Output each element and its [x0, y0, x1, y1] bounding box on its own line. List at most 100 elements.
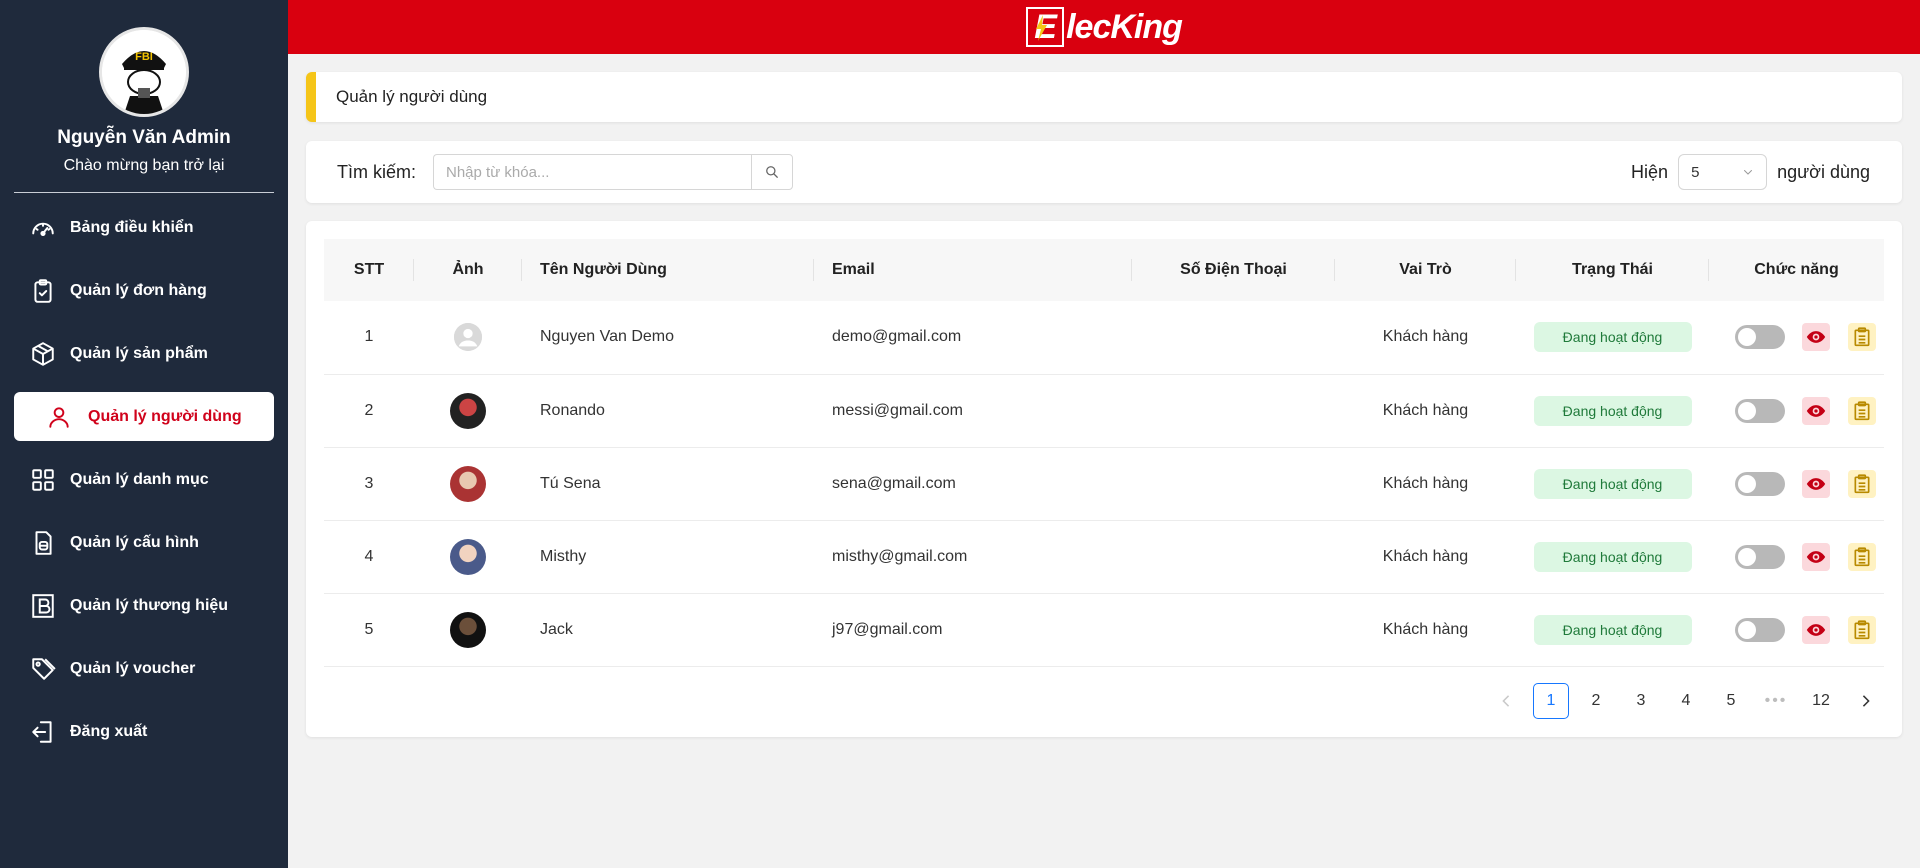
edit-notes-button[interactable]: [1848, 469, 1876, 498]
active-toggle[interactable]: [1735, 325, 1785, 350]
table-row: 2 Ronando messi@gmail.com Khách hàng Đan…: [324, 374, 1884, 447]
sidebar-item-label: Quản lý thương hiệu: [70, 596, 229, 614]
active-toggle[interactable]: [1735, 398, 1785, 423]
search-button[interactable]: [751, 154, 793, 190]
cell-name: Ronando: [540, 401, 605, 419]
sidebar-item-users[interactable]: Quản lý người dùng: [14, 392, 274, 441]
logout-icon: [28, 717, 58, 747]
user-icon: [44, 402, 74, 432]
sidebar-item-label: Quản lý voucher: [70, 659, 196, 677]
header-name[interactable]: Tên Người Dùng: [522, 239, 814, 301]
view-button[interactable]: [1802, 469, 1830, 498]
page-size-value: 5: [1691, 163, 1700, 181]
avatar: [450, 538, 486, 575]
eye-icon: [1806, 404, 1826, 417]
cell-email: j97@gmail.com: [832, 620, 943, 638]
filter-bar: Tìm kiếm: Hiện 5 người dùng: [306, 141, 1902, 203]
clipboard-icon: [1854, 327, 1870, 347]
active-toggle[interactable]: [1735, 617, 1785, 642]
pagination: 1 2 3 4 5 ••• 12: [1479, 683, 1884, 719]
page-size-select[interactable]: 5: [1678, 154, 1768, 190]
edit-notes-button[interactable]: [1848, 615, 1876, 644]
header-avatar[interactable]: Ảnh: [414, 239, 522, 301]
cell-stt: 3: [364, 474, 374, 492]
view-button[interactable]: [1802, 396, 1830, 425]
edit-notes-button[interactable]: [1848, 323, 1876, 352]
page-button[interactable]: 2: [1578, 683, 1614, 719]
page-button[interactable]: 4: [1668, 683, 1704, 719]
row-actions: [1727, 615, 1884, 644]
status-badge: Đang hoạt động: [1533, 395, 1692, 426]
table-row: 5 Jack j97@gmail.com Khách hàng Đang hoạ…: [324, 593, 1884, 666]
header-status[interactable]: Trạng Thái: [1516, 239, 1709, 301]
sidebar-item-brands[interactable]: Quản lý thương hiệu: [14, 581, 274, 630]
grid-icon: [28, 465, 58, 495]
eye-icon: [1806, 623, 1826, 636]
sidebar-item-orders[interactable]: Quản lý đơn hàng: [14, 266, 274, 315]
page-button[interactable]: 1: [1533, 683, 1569, 719]
sidebar-item-categories[interactable]: Quản lý danh mục: [14, 455, 274, 504]
header-actions[interactable]: Chức năng: [1709, 239, 1884, 301]
avatar: [450, 611, 486, 648]
sidebar-item-logout[interactable]: Đăng xuất: [14, 707, 274, 756]
row-actions: [1727, 542, 1884, 571]
admin-avatar: FBI: [99, 27, 189, 117]
eye-icon: [1806, 331, 1826, 344]
search-input[interactable]: [433, 154, 751, 190]
logo-e-box: E: [1026, 7, 1065, 47]
cell-role: Khách hàng: [1382, 547, 1469, 565]
sidebar-item-label: Quản lý người dùng: [88, 407, 242, 425]
eye-icon: [1806, 550, 1826, 563]
status-badge: Đang hoạt động: [1533, 322, 1692, 353]
active-toggle[interactable]: [1735, 471, 1785, 496]
cell-name: Nguyen Van Demo: [540, 328, 674, 346]
page-ellipsis[interactable]: •••: [1758, 683, 1794, 719]
cell-email: messi@gmail.com: [832, 401, 963, 419]
file-config-icon: [28, 528, 58, 558]
cell-role: Khách hàng: [1382, 328, 1469, 346]
active-toggle[interactable]: [1735, 544, 1785, 569]
sidebar-item-vouchers[interactable]: Quản lý voucher: [14, 644, 274, 693]
cell-phone: [1132, 374, 1335, 447]
page-button-last[interactable]: 12: [1803, 683, 1839, 719]
cell-phone: [1132, 447, 1335, 520]
sidebar-item-products[interactable]: Quản lý sản phẩm: [14, 329, 274, 378]
profile-block: FBI Nguyễn Văn Admin Chào mừng bạn trở l…: [0, 0, 288, 175]
sidebar-item-config[interactable]: Quản lý cấu hình: [14, 518, 274, 567]
view-button[interactable]: [1802, 542, 1830, 571]
page-button[interactable]: 3: [1623, 683, 1659, 719]
search-label: Tìm kiếm:: [337, 161, 416, 182]
header-stt[interactable]: STT: [324, 239, 414, 301]
page-button[interactable]: 5: [1713, 683, 1749, 719]
header-role[interactable]: Vai Trò: [1335, 239, 1516, 301]
header-email[interactable]: Email: [814, 239, 1132, 301]
view-button[interactable]: [1802, 615, 1830, 644]
avatar: [450, 392, 486, 429]
view-button[interactable]: [1802, 323, 1830, 352]
clipboard-icon: [1854, 473, 1870, 493]
clipboard-icon: [1854, 546, 1870, 566]
table-row: 4 Misthy misthy@gmail.com Khách hàng Đan…: [324, 520, 1884, 593]
eye-icon: [1806, 477, 1826, 490]
logo-text: lecKing: [1066, 7, 1183, 46]
header-phone[interactable]: Số Điện Thoại: [1132, 239, 1335, 301]
brand-logo[interactable]: E lecKing: [1026, 7, 1183, 47]
cell-stt: 1: [364, 328, 374, 346]
cell-phone: [1132, 520, 1335, 593]
edit-notes-button[interactable]: [1848, 396, 1876, 425]
edit-notes-button[interactable]: [1848, 542, 1876, 571]
row-actions: [1727, 396, 1884, 425]
sidebar-item-label: Quản lý cấu hình: [70, 533, 199, 551]
row-actions: [1727, 323, 1884, 352]
table-row: 3 Tú Sena sena@gmail.com Khách hàng Đang…: [324, 447, 1884, 520]
top-header: E lecKing: [288, 0, 1920, 54]
table-row: 1 Nguyen Van Demo demo@gmail.com Khách h…: [324, 301, 1884, 374]
welcome-text: Chào mừng bạn trở lại: [63, 157, 225, 174]
prev-page-button[interactable]: [1488, 683, 1524, 719]
cell-phone: [1132, 301, 1335, 374]
next-page-button[interactable]: [1848, 683, 1884, 719]
cell-phone: [1132, 593, 1335, 666]
sidebar-item-dashboard[interactable]: Bảng điều khiển: [14, 203, 274, 252]
cell-name: Tú Sena: [540, 474, 601, 492]
sidebar: FBI Nguyễn Văn Admin Chào mừng bạn trở l…: [0, 0, 288, 868]
